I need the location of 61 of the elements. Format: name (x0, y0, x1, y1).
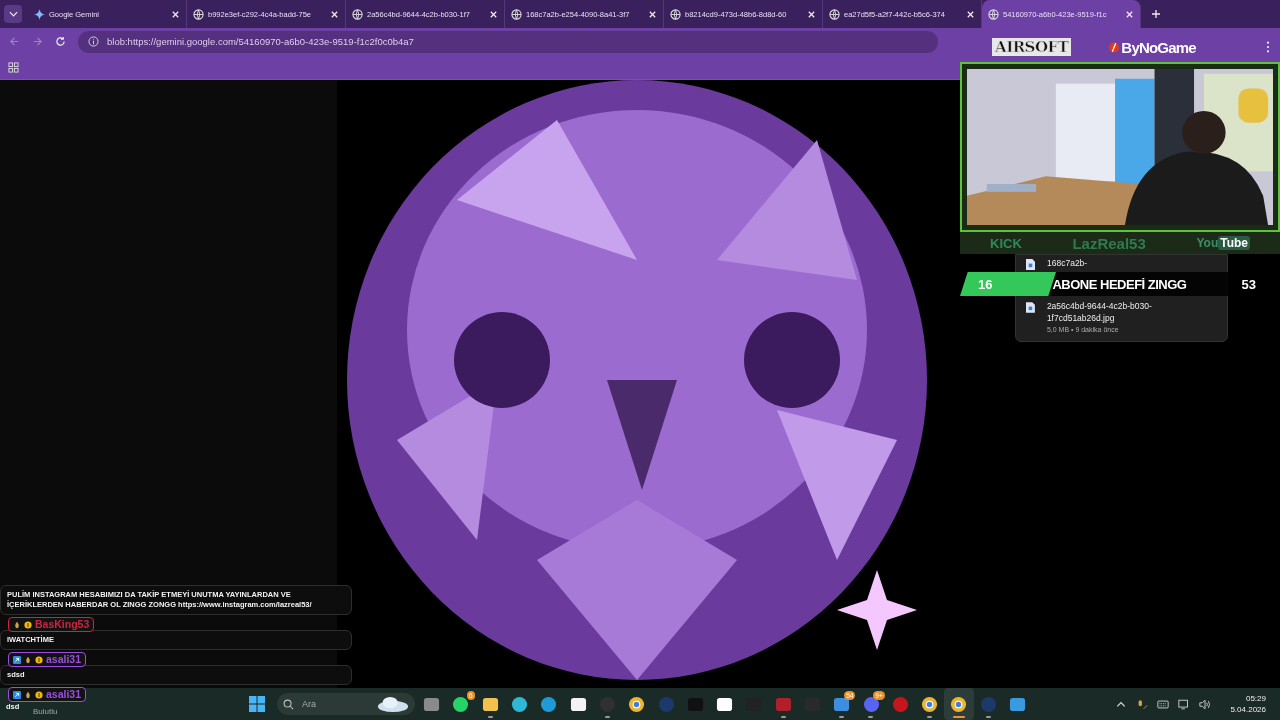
goal-label: ABONE HEDEFİ ZINGG (1052, 276, 1187, 292)
weather-label[interactable]: Bulutlu (33, 707, 58, 716)
address-field[interactable]: blob:https://gemini.google.com/54160970-a6b0-423e-9519-f1c2f0c0b4a7 (78, 30, 938, 53)
goal-target: 53 (1241, 276, 1256, 292)
close-icon[interactable] (966, 9, 975, 19)
coin-badge-icon (24, 620, 32, 629)
channel-name: LazReal53 (1072, 234, 1146, 252)
close-icon[interactable] (330, 9, 339, 19)
globe-icon (352, 8, 363, 20)
date-label: 5.04.2026 (1230, 704, 1266, 715)
microphone-icon[interactable] (1136, 698, 1149, 710)
brand-logo-text: AIRSOFT (992, 38, 1072, 56)
search-field[interactable]: Ara (300, 698, 364, 710)
arrow-badge-icon (13, 690, 21, 699)
globe-icon (670, 8, 681, 20)
close-icon[interactable] (807, 9, 816, 19)
new-tab-icon[interactable] (1151, 9, 1161, 19)
username-tag: asali31 (8, 687, 87, 702)
file-icon (1026, 259, 1035, 270)
monitor-icon[interactable] (1178, 698, 1191, 710)
time-label: 05:29 (1245, 693, 1266, 704)
reload-icon[interactable] (55, 36, 66, 48)
file-name[interactable]: 2a56c4bd-9644-4c2b-b030-1f7cd51ab26d.jpg (1046, 300, 1217, 324)
keyboard-icon[interactable] (1157, 698, 1170, 710)
tab-search-button[interactable] (4, 5, 22, 23)
coin-badge-icon (35, 690, 43, 699)
slash-logo-icon (1109, 40, 1120, 54)
drop-badge-icon (24, 655, 32, 664)
taskbar-app[interactable] (944, 688, 974, 720)
drop-badge-icon (24, 690, 32, 699)
search-icon (283, 698, 294, 710)
file-name[interactable]: 168c7a2b- (1047, 257, 1088, 269)
logo-text: Tube (1218, 236, 1250, 250)
goal-current: 16 (978, 276, 993, 292)
close-icon[interactable] (489, 9, 498, 19)
cloud-icon (377, 695, 409, 713)
globe-icon (829, 8, 840, 20)
drop-badge-icon (13, 620, 21, 629)
file-icon (1026, 302, 1035, 313)
clock[interactable]: 05:29 5.04.2026 (1230, 693, 1266, 715)
globe-icon (988, 8, 999, 20)
close-icon[interactable] (171, 9, 180, 19)
speaker-icon[interactable] (1199, 698, 1212, 710)
chevron-down-icon (8, 11, 18, 17)
platform-name: KICK (990, 235, 1022, 251)
globe-icon (511, 8, 522, 20)
close-icon[interactable] (1125, 9, 1134, 19)
sparkle-icon (34, 8, 45, 20)
close-icon[interactable] (648, 9, 657, 19)
info-icon (88, 36, 99, 48)
windows-start-icon[interactable] (249, 696, 265, 712)
arrow-badge-icon (13, 655, 21, 664)
username-tag: asali31 (8, 652, 87, 667)
sponsor-name: ByNoGame (1121, 38, 1196, 56)
apps-grid-icon[interactable] (8, 61, 19, 73)
username-tag: BasKing53 (8, 617, 95, 632)
coin-badge-icon (35, 655, 43, 664)
menu-icon[interactable] (1266, 41, 1270, 53)
search-bar[interactable]: Ara (277, 693, 415, 715)
globe-icon (193, 8, 204, 20)
logo-text: You (1196, 236, 1219, 250)
